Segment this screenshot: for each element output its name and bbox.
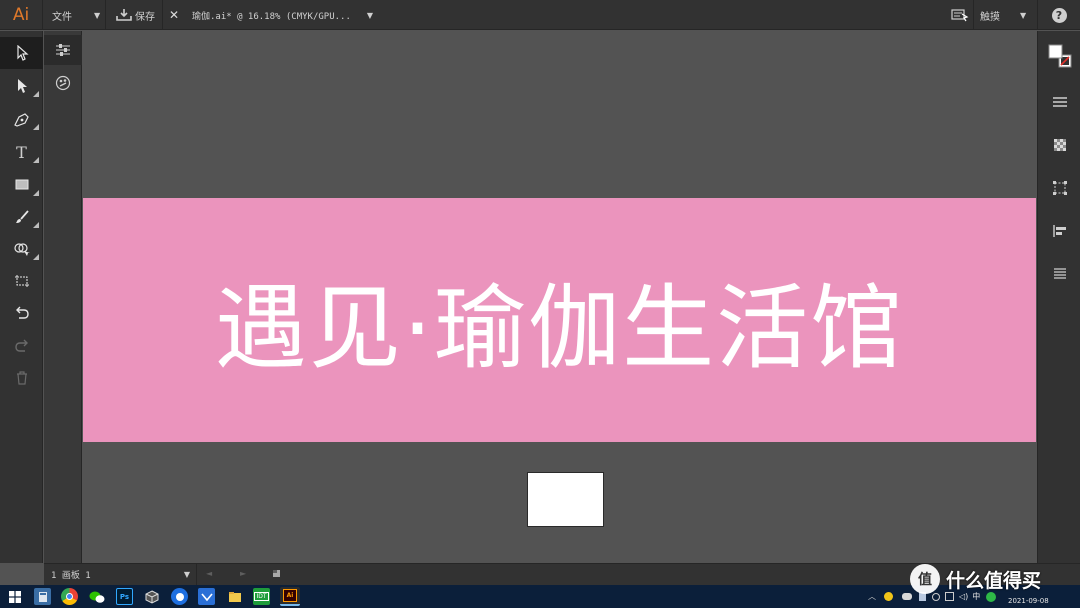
windows-start-button[interactable]	[6, 588, 23, 605]
selection-tool[interactable]	[0, 37, 43, 69]
checkerboard-icon	[1053, 139, 1066, 151]
type-tool[interactable]: T	[0, 136, 43, 168]
file-menu-label: 文件	[52, 11, 72, 23]
artboard-tool[interactable]	[0, 265, 43, 297]
transform-icon	[1052, 181, 1067, 195]
fill-stroke-icon	[1048, 44, 1071, 68]
save-button[interactable]: 保存	[106, 0, 162, 30]
pen-icon	[13, 113, 29, 127]
workspace-switcher[interactable]: 触摸 ▼	[974, 0, 1036, 30]
browser-icon[interactable]	[171, 588, 188, 605]
delete-button[interactable]	[0, 362, 43, 394]
redo-button[interactable]	[0, 330, 43, 362]
undo-icon	[15, 306, 29, 319]
watermark-logo-icon: 值	[910, 564, 940, 594]
tray-app-icon[interactable]	[884, 592, 893, 601]
help-icon: ?	[1051, 7, 1067, 23]
illustrator-window: Ai 文件 ▼ 保存 ✕ 瑜伽.ai* @ 16.18% (CMYK/GPU..…	[0, 0, 1080, 608]
shape-builder-icon	[13, 243, 30, 256]
artboard-title-text[interactable]: 遇见·瑜伽生活馆	[215, 254, 904, 387]
chevron-down-icon: ▼	[183, 570, 190, 579]
watermark-text: 什么值得买	[946, 569, 1042, 592]
document-title: 瑜伽.ai* @ 16.18% (CMYK/GPU...	[192, 11, 351, 22]
photoshop-icon[interactable]: Ps	[116, 588, 133, 605]
tools-panel: T	[0, 31, 43, 563]
align-left-icon	[1052, 225, 1066, 237]
divider	[1037, 0, 1038, 30]
document-tab[interactable]: 瑜伽.ai* @ 16.18% (CMYK/GPU... ▼	[186, 0, 376, 30]
next-artboard-icon[interactable]: ►	[240, 569, 246, 578]
artboard-icon	[14, 275, 29, 287]
illustrator-icon: Ai	[283, 589, 297, 602]
type-icon: T	[16, 142, 27, 162]
file-explorer-icon[interactable]	[226, 588, 243, 605]
windows-logo-icon	[8, 590, 21, 603]
wechat-icon[interactable]	[88, 588, 105, 605]
app-icon-green[interactable]: IDT	[253, 588, 270, 605]
layers-panel-button[interactable]	[1038, 87, 1080, 117]
save-icon	[116, 9, 132, 21]
close-icon[interactable]: ✕	[163, 0, 185, 30]
paintbrush-tool[interactable]	[0, 201, 43, 233]
fill-stroke-swatch[interactable]	[1038, 41, 1080, 71]
transform-panel-button[interactable]	[1038, 173, 1080, 203]
rectangle-icon	[15, 179, 28, 190]
app-icon-cube[interactable]	[143, 588, 160, 605]
white-rectangle-object[interactable]	[527, 472, 604, 527]
paintbrush-icon	[15, 210, 29, 223]
flyout-indicator	[33, 254, 39, 260]
redo-icon	[14, 339, 28, 352]
properties-panel-button[interactable]	[44, 35, 82, 65]
pen-tool[interactable]	[0, 103, 43, 135]
transparency-panel-button[interactable]	[1038, 130, 1080, 160]
direct-selection-tool[interactable]	[0, 70, 43, 102]
save-label: 保存	[135, 11, 155, 23]
hamburger-icon	[1052, 97, 1067, 107]
app-logo: Ai	[12, 5, 30, 25]
artboard-navigator[interactable]: 1 画板 1 ▼	[44, 564, 196, 585]
help-button[interactable]: ?	[1045, 0, 1073, 30]
flyout-indicator	[33, 124, 39, 130]
chevron-up-icon[interactable]: ︿	[868, 591, 876, 602]
site-watermark: 值 什么值得买	[910, 562, 1041, 596]
selection-arrow-icon	[16, 45, 29, 61]
flyout-indicator	[33, 91, 39, 97]
undo-button[interactable]	[0, 297, 43, 329]
canvas-area[interactable]: 遇见·瑜伽生活馆	[83, 31, 1036, 563]
flyout-indicator	[33, 190, 39, 196]
clock-date[interactable]: 2021-09-08	[1008, 597, 1049, 605]
shape-builder-tool[interactable]	[0, 233, 43, 265]
chevron-down-icon: ▼	[94, 10, 101, 20]
last-artboard-icon[interactable]	[272, 569, 281, 578]
flyout-indicator	[33, 157, 39, 163]
color-guide-panel-button[interactable]	[44, 68, 82, 98]
chevron-down-icon: ▼	[366, 10, 374, 20]
arrange-documents-icon	[951, 9, 969, 22]
arrange-documents-button[interactable]	[948, 0, 972, 30]
file-menu[interactable]: 文件 ▼	[43, 0, 105, 30]
direct-selection-icon	[17, 79, 27, 93]
divider	[196, 564, 197, 585]
app-icon-calculator[interactable]	[34, 588, 51, 605]
chrome-icon[interactable]	[61, 588, 78, 605]
menu-bar: Ai 文件 ▼ 保存 ✕ 瑜伽.ai* @ 16.18% (CMYK/GPU..…	[0, 0, 1080, 30]
artboard[interactable]: 遇见·瑜伽生活馆	[83, 198, 1036, 442]
panel-dock	[44, 31, 82, 563]
mail-app-icon[interactable]	[198, 588, 215, 605]
sliders-icon	[56, 44, 70, 56]
illustrator-taskbar-button[interactable]: Ai	[280, 587, 300, 606]
rectangle-tool[interactable]	[0, 169, 43, 201]
previous-artboard-icon[interactable]: ◄	[206, 569, 212, 578]
paragraph-lines-icon	[1053, 268, 1066, 279]
flyout-indicator	[33, 222, 39, 228]
right-panel-dock	[1037, 31, 1080, 563]
chevron-down-icon: ▼	[1020, 10, 1027, 20]
paragraph-panel-button[interactable]	[1038, 259, 1080, 289]
artboard-navigator-label: 1 画板 1	[51, 571, 91, 581]
align-panel-button[interactable]	[1038, 216, 1080, 246]
workspace-label: 触摸	[980, 11, 1000, 23]
trash-icon	[16, 371, 27, 385]
palette-icon	[55, 75, 71, 91]
